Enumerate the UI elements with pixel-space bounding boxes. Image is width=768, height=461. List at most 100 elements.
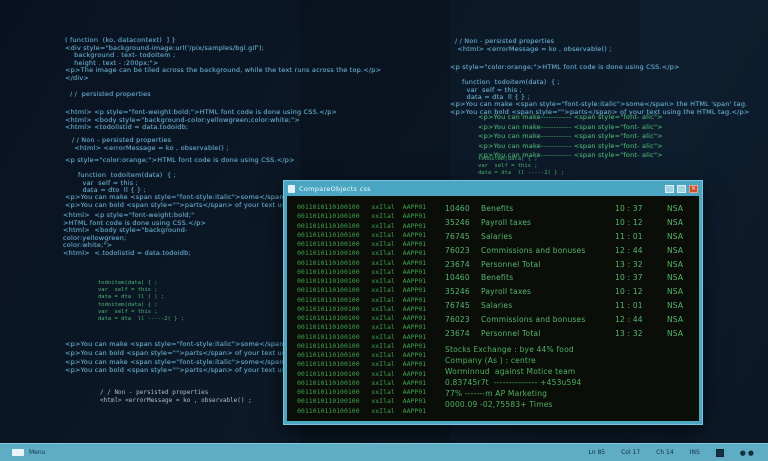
code-block-left-html1: <html> <p style="font-weight:bold;">HTML… <box>65 109 337 132</box>
document-icon <box>288 185 295 193</box>
taskbar: Menu Ln 85Col 17Ch 14INS ●● <box>0 443 768 461</box>
row-id: 23674 <box>445 260 481 269</box>
binary-row: 0011010110100100 xxIlal AAPP01 <box>297 397 426 406</box>
code-block-right-green-lines: <p>You can make------------ <span style=… <box>478 113 663 161</box>
row-id: 35246 <box>445 287 481 296</box>
row-tag: NSA <box>667 260 693 269</box>
row-id: 10460 <box>445 204 481 213</box>
code-line: <p>The image can be tiled across the bac… <box>65 67 381 75</box>
row-id: 76023 <box>445 246 481 255</box>
binary-row: 0011010110100100 xxIlal AAPP01 <box>297 314 426 323</box>
binary-row: 0011010110100100 xxIlal AAPP01 <box>297 268 426 277</box>
statusbar: Ln 85Col 17Ch 14INS ●● <box>588 449 756 457</box>
code-block-left-orange: <p style="color:orange;">HTML font code … <box>65 157 295 165</box>
table-row: 35246 Payroll taxes 10 : 12 NSA <box>445 285 693 299</box>
table-row: 76745 Salaries 11 : 01 NSA <box>445 299 693 313</box>
binary-row: 0011010110100100 xxIlal AAPP01 <box>297 249 426 258</box>
row-label: Personnel Total <box>481 260 615 269</box>
row-id: 23674 <box>445 329 481 338</box>
row-id: 76023 <box>445 315 481 324</box>
tray-icon[interactable] <box>716 449 724 457</box>
status-item: Col 17 <box>621 449 640 456</box>
row-tag: NSA <box>667 204 693 213</box>
binary-row: 0011010110100100 xxIlal AAPP01 <box>297 370 426 379</box>
status-items: Ln 85Col 17Ch 14INS <box>588 449 699 456</box>
code-line: <p style="color:orange;">HTML font code … <box>450 64 680 72</box>
table-row: 10460 Benefits 10 : 37 NSA <box>445 271 693 285</box>
code-line: todoitem(data) { ; <box>98 302 184 309</box>
row-id: 10460 <box>445 273 481 282</box>
row-label: Payroll taxes <box>481 218 615 227</box>
binary-row: 0011010110100100 xxIlal AAPP01 <box>297 351 426 360</box>
row-tag: NSA <box>667 301 693 310</box>
table-row: 76023 Commissions and bonuses 12 : 44 NS… <box>445 312 693 326</box>
stocks-block: Stocks Exchange : bye 44% foodCompany (A… <box>445 344 581 410</box>
binary-row: 0011010110100100 xxIlal AAPP01 <box>297 212 426 221</box>
code-block-right-orange: <p style="color:orange;">HTML font code … <box>450 64 680 72</box>
binary-row: 0011010110100100 xxIlal AAPP01 <box>297 333 426 342</box>
row-tag: NSA <box>667 232 693 241</box>
binary-row: 0011010110100100 xxIlal AAPP01 <box>297 379 426 388</box>
window-titlebar[interactable]: CompareObjects css × <box>284 181 702 196</box>
row-tag: NSA <box>667 273 693 282</box>
row-label: Commissions and bonuses <box>481 246 615 255</box>
code-block-right-function: function todoitem(data) { ; var self = t… <box>462 79 560 102</box>
row-id: 35246 <box>445 218 481 227</box>
row-tag: NSA <box>667 218 693 227</box>
code-block-left-mono1: todoitem(data) { ;var self = this ;data … <box>98 280 164 301</box>
binary-column: 0011010110100100 xxIlal AAPP010011010110… <box>297 203 426 416</box>
code-block-left-nonpersisted: / / Non - persisted properties <html> <e… <box>72 137 229 152</box>
code-block-left-persisted: / / persisted properties <box>70 91 151 99</box>
code-line: <p>You can make------------ <span style=… <box>478 132 663 142</box>
code-block-left-function: function todoitem(data) { ; var self = t… <box>78 172 176 195</box>
code-block-right-mono: todoitem(data) { ;var self = this ;data … <box>478 156 564 177</box>
row-tag: NSA <box>667 315 693 324</box>
code-line: / / Non - persisted properties <box>100 389 252 397</box>
window-title: CompareObjects css <box>299 185 371 193</box>
stocks-line: 77% -------m AP Marketing <box>445 388 581 399</box>
tray-dots: ●● <box>740 449 756 457</box>
start-label: Menu <box>29 449 45 456</box>
stocks-line: 0000.09 -02,75583+ Times <box>445 399 581 410</box>
binary-row: 0011010110100100 xxIlal AAPP01 <box>297 407 426 416</box>
table-row: 23674 Personnel Total 13 : 32 NSA <box>445 326 693 340</box>
code-line: data = dta ll ( ) ; <box>98 294 164 301</box>
code-block-left-html2: <html> <p style="font-weight:bold;">HTML… <box>63 212 206 258</box>
row-time: 13 : 32 <box>615 260 667 269</box>
code-line: <html> <errorMessage = ko , observable()… <box>72 145 229 153</box>
code-block-left-mono3: / / Non - persisted properties<html> <er… <box>100 389 252 405</box>
minimize-button[interactable] <box>665 185 674 193</box>
table-row: 23674 Personnel Total 13 : 32 NSA <box>445 257 693 271</box>
close-button[interactable]: × <box>689 185 698 193</box>
row-time: 10 : 12 <box>615 218 667 227</box>
code-line: <html> <.todolistid = data.todoidb; <box>63 250 206 258</box>
desktop: ( function (ko, datacontext) ] }<div sty… <box>0 0 768 461</box>
status-item: Ch 14 <box>656 449 674 456</box>
stocks-line: 0.83745r7t --------------- +453u594 <box>445 377 581 388</box>
row-time: 10 : 37 <box>615 273 667 282</box>
binary-row: 0011010110100100 xxIlal AAPP01 <box>297 305 426 314</box>
row-id: 76745 <box>445 301 481 310</box>
code-line: / / persisted properties <box>70 91 151 99</box>
binary-row: 0011010110100100 xxIlal AAPP01 <box>297 360 426 369</box>
terminal-body: 0011010110100100 xxIlal AAPP010011010110… <box>287 196 699 421</box>
code-line: <p style="color:orange;">HTML font code … <box>65 157 295 165</box>
accounts-table: 10460 Benefits 10 : 37 NSA 35246 Payroll… <box>445 202 693 340</box>
row-time: 10 : 12 <box>615 287 667 296</box>
code-block-left-mono2: todoitem(data) { ;var self = this ;data … <box>98 302 184 323</box>
table-row: 76023 Commissions and bonuses 12 : 44 NS… <box>445 243 693 257</box>
binary-row: 0011010110100100 xxIlal AAPP01 <box>297 286 426 295</box>
row-tag: NSA <box>667 246 693 255</box>
code-line: var self = this ; <box>478 163 564 170</box>
maximize-button[interactable] <box>677 185 686 193</box>
row-time: 12 : 44 <box>615 315 667 324</box>
table-row: 35246 Payroll taxes 10 : 12 NSA <box>445 216 693 230</box>
start-button[interactable]: Menu <box>12 449 45 456</box>
stocks-line: Worminnud against Motice team <box>445 366 581 377</box>
binary-row: 0011010110100100 xxIlal AAPP01 <box>297 203 426 212</box>
row-tag: NSA <box>667 287 693 296</box>
code-line: <html> <todolistid = data.todoidb; <box>65 124 337 132</box>
binary-row: 0011010110100100 xxIlal AAPP01 <box>297 296 426 305</box>
code-line: data = dta ll -----2( } ; <box>478 170 564 177</box>
code-line: <html> <errorMessage = ko , observable()… <box>100 397 252 405</box>
